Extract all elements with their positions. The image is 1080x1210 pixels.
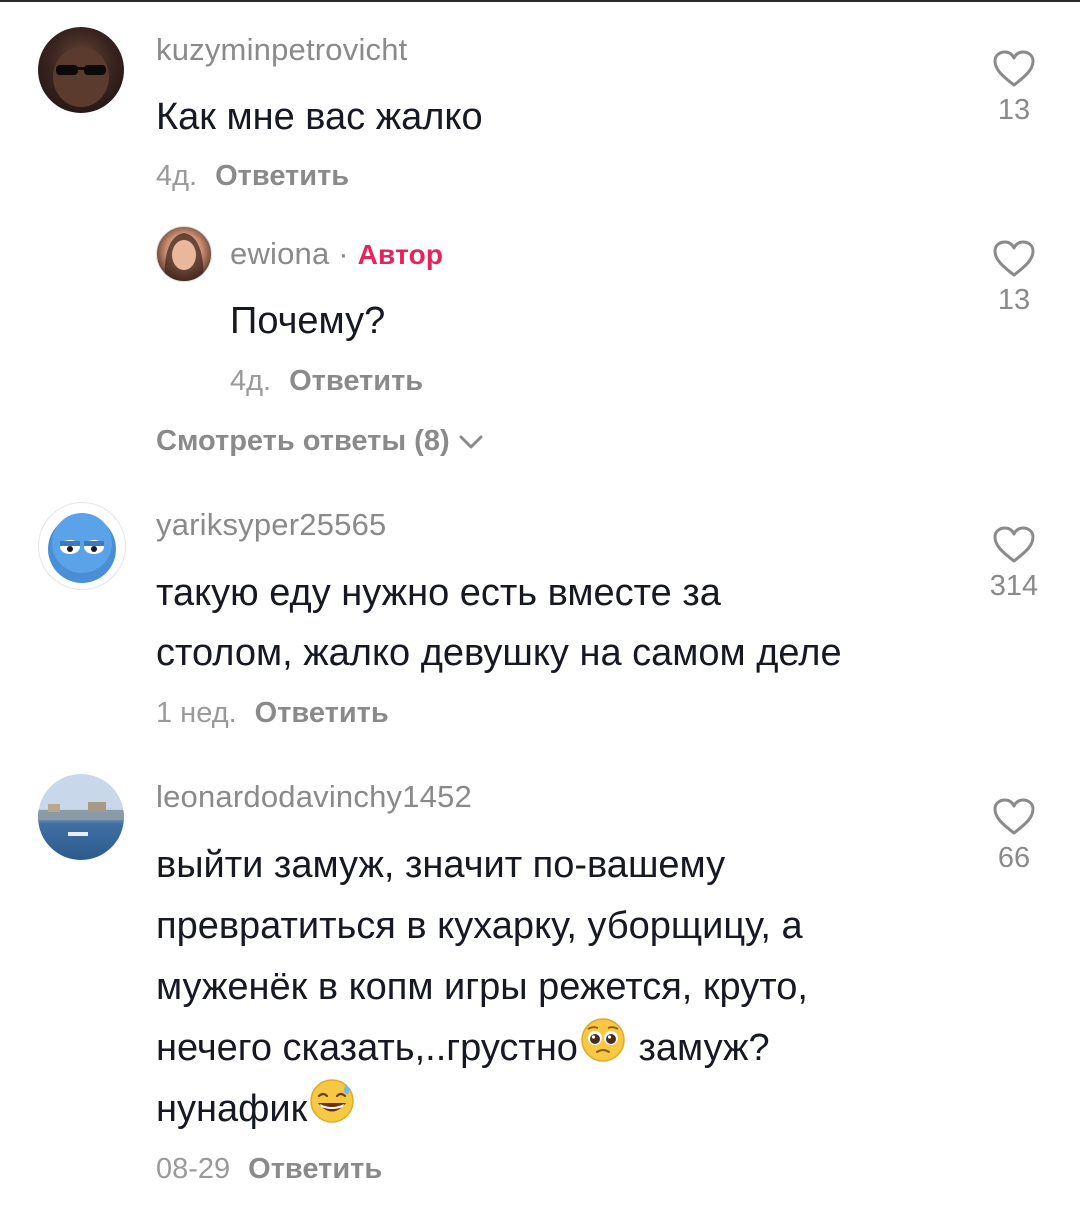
like-count: 13 (997, 284, 1031, 316)
like-button[interactable]: 13 (984, 240, 1044, 317)
reply-username-line: ewiona · Автор (230, 236, 443, 272)
username[interactable]: yariksyper25565 (156, 507, 386, 543)
comment-text-segment: нечего сказать,..грустно (156, 1027, 578, 1069)
avatar-portrait-image (164, 233, 204, 281)
comment-text-segment: нунафик (156, 1088, 308, 1130)
reply-button[interactable]: Ответить (289, 365, 423, 397)
view-replies-label: Смотреть ответы (8) (156, 425, 450, 457)
username[interactable]: kuzyminpetrovicht (156, 32, 408, 68)
comment-text-line: муженёк в копм игры режется, круто, (156, 966, 808, 1008)
reply-button[interactable]: Ответить (248, 1153, 382, 1185)
username[interactable]: leonardodavinchy1452 (156, 779, 472, 815)
comment-text-line: нунафик (156, 1078, 357, 1143)
comment-date: 4д. (156, 160, 198, 192)
comment-text-line: такую еду нужно есть вместе за (156, 572, 721, 614)
avatar[interactable] (38, 774, 124, 860)
like-button[interactable]: 13 (984, 50, 1044, 127)
comment-meta: 4д. Ответить (156, 160, 349, 193)
avatar-cartoon-image (48, 513, 116, 583)
comment-text-line: столом, жалко девушку на самом деле (156, 632, 842, 674)
heart-icon (993, 798, 1035, 835)
reply-button[interactable]: Ответить (255, 697, 389, 729)
reply-button[interactable]: Ответить (215, 160, 349, 192)
comment-text-line: превратиться в кухарку, уборщицу, а (156, 905, 803, 947)
avatar-cityscape-image (38, 802, 124, 836)
comment-meta: 08-29 Ответить (156, 1153, 382, 1186)
view-replies-button[interactable]: Смотреть ответы (8) (156, 425, 484, 458)
like-count: 13 (997, 94, 1031, 126)
avatar[interactable] (38, 502, 126, 590)
comment-text-segment: замуж? (638, 1027, 770, 1069)
pleading-face-emoji (580, 1017, 626, 1082)
author-badge: Автор (357, 239, 444, 270)
comment-date: 4д. (230, 365, 272, 397)
comment-text-line: нечего сказать,..грустно замуж? (156, 1017, 770, 1082)
comment-date: 1 нед. (156, 697, 237, 729)
comment-text-line: выйти замуж, значит по-вашему (156, 844, 726, 886)
separator: · (338, 236, 349, 271)
username[interactable]: ewiona (230, 236, 329, 271)
comment-date: 08-29 (156, 1153, 231, 1185)
heart-icon (993, 240, 1035, 277)
comment-text: Как мне вас жалко (156, 96, 483, 138)
avatar-sunglasses-image (53, 47, 109, 107)
chevron-down-icon (459, 435, 483, 449)
top-border (0, 0, 1080, 2)
like-button[interactable]: 66 (984, 798, 1044, 875)
comment-text: Почему? (230, 300, 386, 342)
avatar[interactable] (38, 27, 124, 113)
heart-icon (993, 50, 1035, 87)
like-count: 314 (989, 570, 1039, 602)
comment-meta: 1 нед. Ответить (156, 697, 389, 730)
grinning-sweat-emoji (309, 1078, 355, 1143)
comment-meta: 4д. Ответить (230, 365, 423, 398)
avatar[interactable] (156, 226, 212, 282)
heart-icon (993, 526, 1035, 563)
like-button[interactable]: 314 (984, 526, 1044, 603)
like-count: 66 (997, 842, 1031, 874)
